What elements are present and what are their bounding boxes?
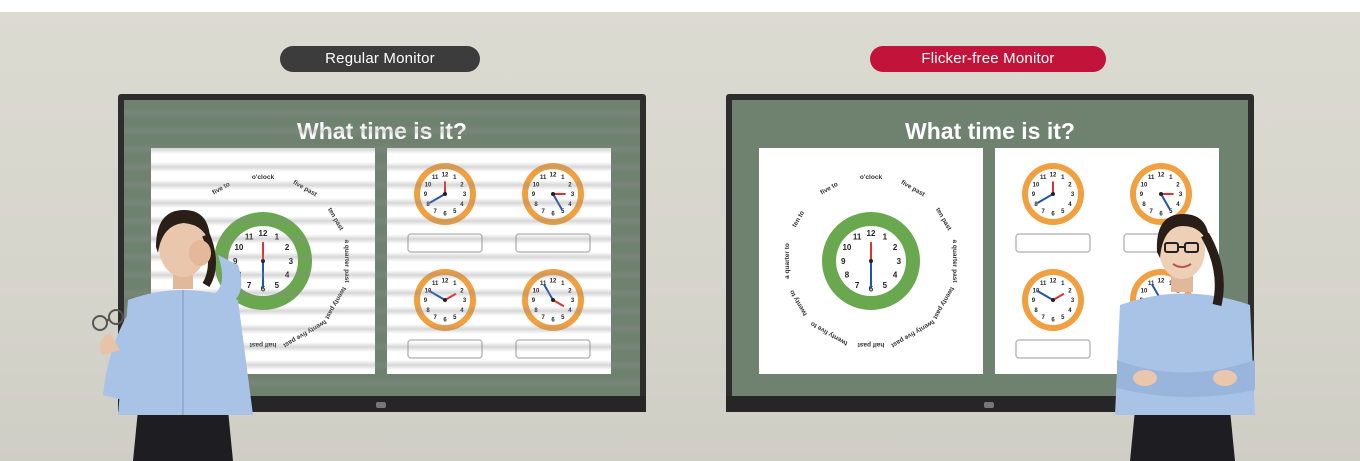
time-phrase-label: a quarter past <box>951 240 958 284</box>
clock-number: 8 <box>845 271 850 280</box>
time-phrase-label: ten to <box>791 210 806 229</box>
answer-box <box>515 339 591 359</box>
clock-center <box>443 192 447 196</box>
time-phrase-label: twenty five to <box>809 320 848 347</box>
small-clocks-svg: 12 1234567891011 12 123456789101112 12345678… <box>407 163 591 359</box>
clock-center <box>869 259 873 263</box>
lg-logo-icon <box>984 402 994 408</box>
clock-number: 10 <box>533 182 540 188</box>
time-phrase-label: o'clock <box>860 174 883 181</box>
clock-number: 11 <box>432 281 439 287</box>
stressed-woman-figure <box>92 210 253 461</box>
flicker-free-monitor-label: Flicker-free Monitor <box>870 46 1106 72</box>
clock-number: 10 <box>1033 182 1040 188</box>
time-phrase-label: twenty to <box>789 289 809 317</box>
time-phrase-label: twenty past <box>931 286 955 321</box>
clock-number: 7 <box>855 281 860 290</box>
big-clock-panel: 121234567891011o'clockfive pastten pasta… <box>759 148 983 374</box>
lg-logo-icon <box>376 402 386 408</box>
answer-box <box>1015 233 1091 253</box>
clock-number: 11 <box>432 175 439 181</box>
screen-title: What time is it? <box>297 118 467 144</box>
clock-number: 3 <box>289 257 294 266</box>
answer-box <box>515 233 591 253</box>
clock-number: 12 <box>442 279 449 285</box>
clock-center <box>551 192 555 196</box>
clock-number: 3 <box>897 257 902 266</box>
glasses-icon <box>92 309 124 331</box>
clock-number: 5 <box>883 281 888 290</box>
clock-number: 11 <box>1040 281 1047 287</box>
clock-number: 12 <box>1158 173 1165 179</box>
time-phrase-label: twenty five past <box>889 318 935 349</box>
clock-number: 11 <box>853 233 862 242</box>
time-phrase-label: half past <box>857 341 885 348</box>
clock-number: 2 <box>893 243 898 252</box>
clock-number: 10 <box>533 288 540 294</box>
clock-number: 9 <box>841 257 846 266</box>
clock-number: 12 <box>442 173 449 179</box>
time-phrase-label: five to <box>211 181 231 197</box>
clock-center <box>1051 298 1055 302</box>
big-clock-svg: 121234567891011o'clockfive pastten pasta… <box>784 174 958 349</box>
clock-center <box>551 298 555 302</box>
clock-number: 11 <box>540 175 547 181</box>
clock-number: 10 <box>842 243 851 252</box>
top-band <box>0 0 1360 12</box>
answer-box <box>1015 339 1091 359</box>
clock-number: 12 <box>867 229 876 238</box>
happy-woman-figure <box>1115 214 1255 461</box>
time-phrase-label: ten past <box>326 207 345 233</box>
clock-number: 11 <box>1040 175 1047 181</box>
clock-center <box>443 298 447 302</box>
clock-number: 10 <box>1141 182 1148 188</box>
clock-center <box>1159 192 1163 196</box>
time-phrase-label: five past <box>900 179 927 199</box>
answer-box <box>407 339 483 359</box>
clock-number: 12 <box>1050 279 1057 285</box>
time-phrase-label: five past <box>292 179 319 199</box>
clock-number: 12 <box>1050 173 1057 179</box>
clock-number: 11 <box>1148 175 1155 181</box>
time-phrase-label: five to <box>819 181 839 197</box>
clock-number: 12 <box>550 173 557 179</box>
time-phrase-label: o'clock <box>252 174 275 181</box>
regular-monitor-label: Regular Monitor <box>280 46 480 72</box>
clock-number: 4 <box>893 271 898 280</box>
clock-number: 12 <box>550 279 557 285</box>
screen-title: What time is it? <box>905 118 1075 144</box>
clock-number: 1 <box>883 233 888 242</box>
answer-box <box>407 233 483 253</box>
small-clocks-panel: 12 1 2 3 4 5 6 7 8 9 10 11 12 1 2 3 4 5 6 7 8 9 10 11 12 1 2 3 4 5 6 7 8… <box>387 148 611 374</box>
time-phrase-label: a quarter to <box>784 243 791 279</box>
time-phrase-label: ten past <box>934 207 953 233</box>
time-phrase-label: twenty five past <box>281 318 327 349</box>
clock-number: 10 <box>425 182 432 188</box>
time-phrase-label: twenty past <box>323 286 347 321</box>
clock-center <box>1051 192 1055 196</box>
time-phrase-label: a quarter past <box>343 240 350 284</box>
